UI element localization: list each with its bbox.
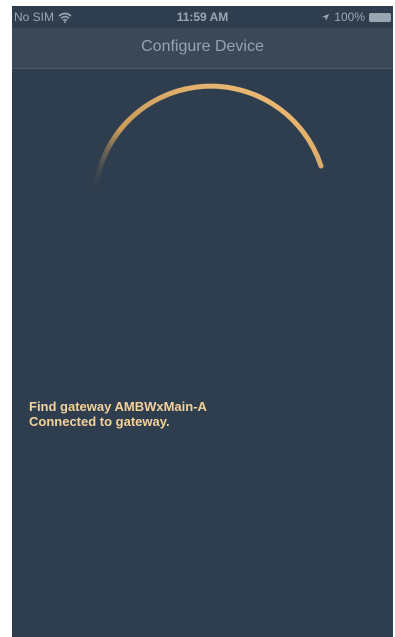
status-right: 100%	[321, 10, 391, 24]
page-title: Configure Device	[141, 38, 264, 55]
log-line: Connected to gateway.	[29, 414, 170, 429]
status-bar: No SIM 11:59 AM 100%	[12, 6, 393, 28]
battery-percent: 100%	[334, 10, 365, 24]
location-arrow-icon	[322, 13, 330, 21]
navigation-bar: Configure Device	[12, 28, 393, 69]
battery-icon	[369, 12, 391, 22]
connection-log: Find gateway AMBWxMain-A Connected to ga…	[29, 399, 207, 429]
spinner-arc	[92, 83, 324, 198]
log-line: Find gateway AMBWxMain-A	[29, 399, 207, 414]
app-screen: No SIM 11:59 AM 100% Configure Device Fi…	[12, 6, 393, 637]
loading-spinner-icon	[92, 83, 324, 198]
